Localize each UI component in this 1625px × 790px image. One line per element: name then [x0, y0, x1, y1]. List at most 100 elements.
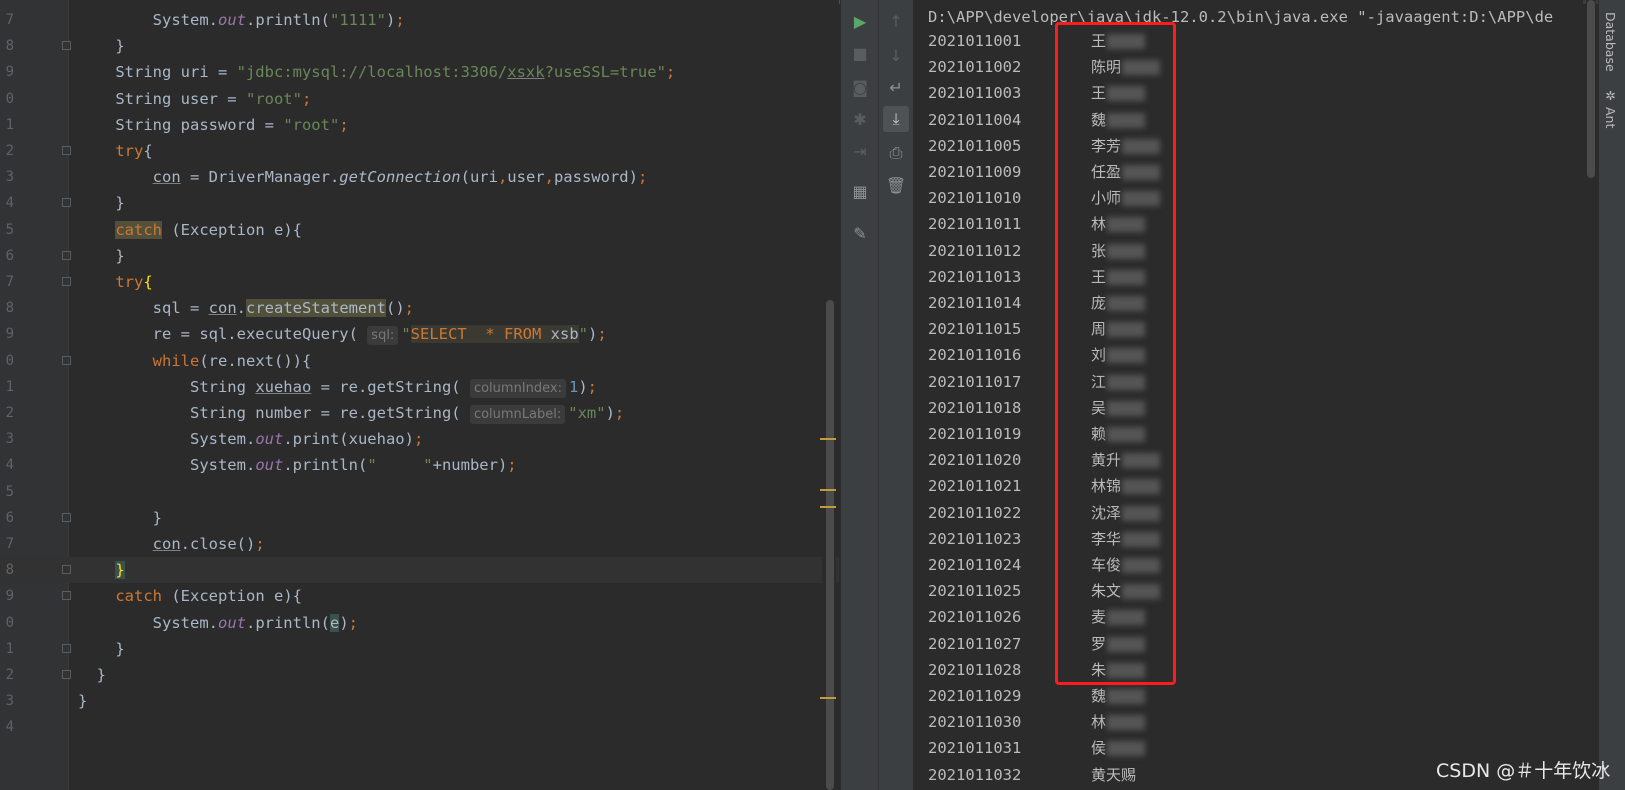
- database-tab[interactable]: Database: [1603, 12, 1618, 72]
- code-line[interactable]: 1 }: [0, 636, 839, 662]
- code-text: String number = re.getString( columnLabe…: [78, 404, 625, 424]
- fold-marker-icon[interactable]: [62, 198, 71, 208]
- code-text: String xuehao = re.getString( columnInde…: [78, 377, 598, 398]
- code-line[interactable]: 1 String xuehao = re.getString( columnIn…: [0, 374, 839, 400]
- line-number: 1: [5, 116, 14, 133]
- student-name-text: 魏: [1091, 687, 1107, 705]
- run-console-output[interactable]: D:\APP\developer\java\jdk-12.0.2\bin\jav…: [913, 0, 1583, 790]
- code-text: while(re.next()){: [152, 351, 312, 370]
- code-line[interactable]: 3 con = DriverManager.getConnection(uri,…: [0, 164, 839, 190]
- fold-marker-icon[interactable]: [62, 250, 71, 260]
- line-number: 2: [5, 405, 14, 421]
- ant-icon: ✲: [1603, 88, 1618, 107]
- code-line[interactable]: 6 }: [0, 505, 839, 531]
- ant-tab[interactable]: ✲ Ant: [1603, 88, 1618, 128]
- code-line[interactable]: 5 catch (Exception e){: [0, 217, 839, 243]
- trash-icon[interactable]: 🗑: [883, 172, 909, 198]
- code-line[interactable]: 9 String uri = "jdbc:mysql://localhost:3…: [0, 59, 839, 85]
- console-row: 2021011031 侯: [928, 735, 1328, 761]
- student-name-text: 侯: [1091, 739, 1107, 758]
- student-id: 2021011005: [928, 136, 1022, 155]
- scroll-to-end-icon[interactable]: ⤓: [883, 106, 909, 132]
- line-number: 1: [5, 640, 14, 657]
- code-editor[interactable]: 7 System.out.println("1111"); 8 } 9 String…: [0, 0, 839, 790]
- soft-wrap-icon[interactable]: ↵: [883, 74, 909, 100]
- code-line[interactable]: 8 }: [0, 557, 839, 584]
- fold-marker-icon[interactable]: [62, 355, 71, 365]
- code-line[interactable]: 2 String number = re.getString( columnLa…: [0, 400, 839, 426]
- student-id: 2021011026: [928, 608, 1022, 627]
- console-command-line: D:\APP\developer\java\jdk-12.0.2\bin\jav…: [928, 8, 1554, 26]
- pin-icon[interactable]: ✎: [847, 220, 873, 246]
- code-line[interactable]: 0 System.out.println(e);: [0, 610, 839, 636]
- student-name-text: 黄天赐: [1091, 765, 1137, 784]
- console-scrollbar-thumb[interactable]: [1587, 0, 1595, 178]
- code-line[interactable]: 3}: [0, 688, 839, 714]
- code-line[interactable]: 0 while(re.next()){: [0, 348, 839, 374]
- layout-icon[interactable]: ▦: [847, 178, 873, 204]
- arrow-up-icon[interactable]: ↑: [883, 8, 909, 34]
- fold-marker-icon[interactable]: [62, 41, 71, 51]
- code-line[interactable]: 9 re = sql.executeQuery( sql: "SELECT * F…: [0, 321, 839, 347]
- line-number: 8: [5, 562, 14, 579]
- code-text: }: [78, 639, 125, 658]
- fold-marker-icon[interactable]: [62, 591, 71, 601]
- stop-icon[interactable]: ■: [847, 40, 873, 66]
- student-id: 2021011012: [928, 241, 1022, 260]
- code-text: try{: [115, 273, 153, 291]
- print-icon[interactable]: ⎙: [883, 140, 909, 166]
- code-line[interactable]: 7 System.out.println("1111");: [0, 7, 839, 33]
- code-line[interactable]: 8 }: [0, 33, 839, 59]
- error-stripe-mark[interactable]: [820, 506, 836, 508]
- code-line[interactable]: 1 String password = "root";: [0, 112, 839, 138]
- fold-marker-icon[interactable]: [62, 512, 71, 522]
- camera-icon[interactable]: ◙: [847, 74, 873, 100]
- error-stripe-mark[interactable]: [820, 489, 836, 491]
- code-line[interactable]: 9 catch (Exception e){: [0, 583, 839, 609]
- rerun-icon[interactable]: ▶: [847, 8, 873, 34]
- settings-bug-icon[interactable]: ✱: [847, 106, 873, 132]
- code-line[interactable]: 6 }: [0, 243, 839, 269]
- line-number: 4: [5, 457, 14, 474]
- code-text: try{: [115, 142, 153, 160]
- line-number: 0: [5, 614, 14, 631]
- code-line[interactable]: 2 try{: [0, 138, 839, 164]
- code-text: }: [115, 561, 125, 580]
- student-id: 2021011023: [928, 529, 1022, 548]
- fold-marker-icon[interactable]: [62, 565, 71, 575]
- code-line[interactable]: 4 }: [0, 190, 839, 216]
- error-stripe-mark[interactable]: [820, 438, 836, 440]
- code-line[interactable]: 8 sql = con.createStatement();: [0, 295, 839, 321]
- fold-marker-icon[interactable]: [62, 277, 71, 286]
- student-id: 2021011001: [928, 32, 1022, 50]
- code-line[interactable]: 0 String user = "root";: [0, 86, 839, 112]
- editor-scrollbar-thumb[interactable]: [826, 300, 834, 790]
- code-line[interactable]: 4: [0, 714, 839, 740]
- student-id: 2021011011: [928, 215, 1022, 234]
- student-name-text: 林: [1091, 713, 1107, 732]
- code-line[interactable]: 4 System.out.println(" "+number);: [0, 452, 839, 478]
- code-line[interactable]: 7 con.close();: [0, 531, 839, 557]
- code-text: }: [78, 37, 125, 56]
- arrow-down-icon[interactable]: ↓: [883, 42, 909, 68]
- code-line[interactable]: 2 }: [0, 662, 839, 688]
- exit-icon[interactable]: ⇥: [847, 138, 873, 164]
- console-row: 2021011029 魏: [928, 683, 1328, 709]
- code-text: String user = "root";: [78, 89, 312, 108]
- code-line[interactable]: 7 try{: [0, 269, 839, 295]
- right-tool-strip: Database ✲ Ant: [1598, 0, 1625, 790]
- student-id: 2021011031: [928, 739, 1022, 758]
- line-number: 2: [5, 667, 14, 683]
- code-text: re = sql.executeQuery( sql: "SELECT * FRO…: [78, 325, 607, 346]
- code-line[interactable]: 5: [0, 479, 839, 505]
- student-id: 2021011021: [928, 477, 1022, 496]
- error-stripe-mark[interactable]: [820, 697, 836, 699]
- fold-marker-icon[interactable]: [62, 643, 71, 653]
- fold-marker-icon[interactable]: [62, 146, 71, 155]
- fold-marker-icon[interactable]: [62, 670, 71, 679]
- student-id: 2021011017: [928, 372, 1022, 391]
- console-scrollbar[interactable]: [1586, 0, 1596, 790]
- code-text: System.out.println("1111");: [78, 11, 405, 29]
- code-line[interactable]: 3 System.out.print(xuehao);: [0, 426, 839, 452]
- highlight-box: [1055, 22, 1176, 685]
